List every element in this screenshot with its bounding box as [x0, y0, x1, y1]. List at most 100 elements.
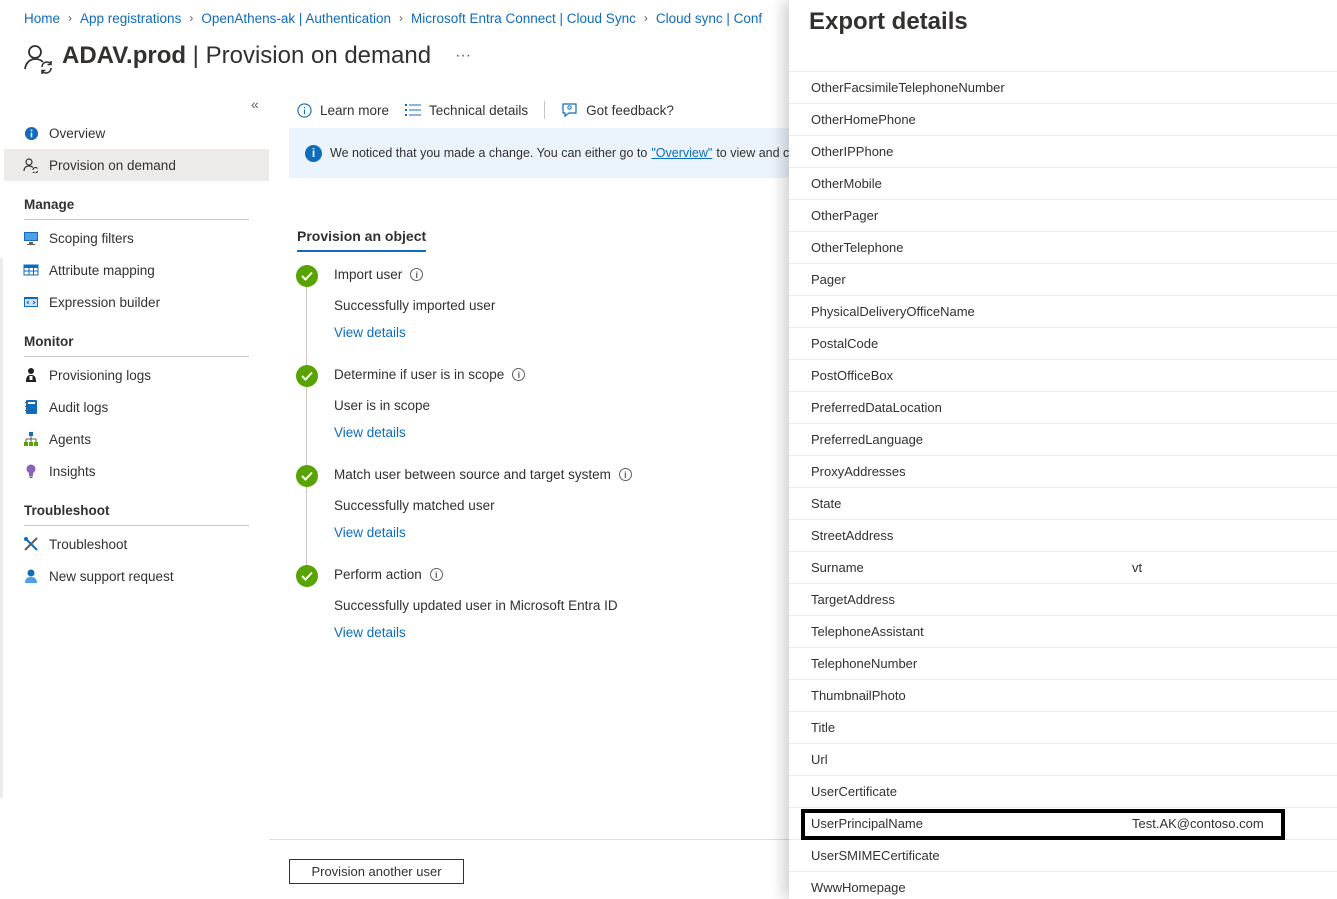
breadcrumb-cloud-sync[interactable]: Cloud sync | Conf	[656, 11, 762, 26]
sidebar-item-audit-logs[interactable]: Audit logs	[4, 391, 269, 423]
lightbulb-icon	[23, 463, 39, 479]
sidebar-edge	[0, 258, 3, 798]
step-title-text: Perform action	[334, 567, 422, 582]
attribute-name: ProxyAddresses	[811, 464, 906, 479]
sidebar-item-label: Expression builder	[49, 294, 161, 310]
page-header: ADAV.prod | Provision on demand ···	[22, 36, 471, 76]
view-details-link[interactable]: View details	[334, 525, 406, 540]
check-icon	[296, 365, 318, 387]
sidebar-item-label: Attribute mapping	[49, 262, 155, 278]
breadcrumb-home[interactable]: Home	[24, 11, 60, 26]
view-details-link[interactable]: View details	[334, 325, 406, 340]
sidebar-item-insights[interactable]: Insights	[4, 455, 269, 487]
attribute-name: UserSMIMECertificate	[811, 848, 940, 863]
check-icon	[296, 565, 318, 587]
step-title-text: Match user between source and target sys…	[334, 467, 611, 482]
attribute-name: ThumbnailPhoto	[811, 688, 906, 703]
attribute-name: State	[811, 496, 842, 511]
attribute-row: OtherIPPhone	[789, 136, 1337, 168]
info-tooltip-icon[interactable]: i	[512, 368, 526, 381]
sidebar-item-scoping-filters[interactable]: Scoping filters	[4, 222, 269, 254]
attribute-row: TargetAddress	[789, 584, 1337, 616]
attribute-name: OtherMobile	[811, 176, 882, 191]
sidebar-item-provisioning-logs[interactable]: Provisioning logs	[4, 359, 269, 391]
attribute-name: UserCertificate	[811, 784, 897, 799]
attribute-row: ProxyAddresses	[789, 456, 1337, 488]
footer-divider	[269, 839, 789, 840]
view-details-link[interactable]: View details	[334, 425, 406, 440]
attribute-name: Title	[811, 720, 836, 735]
attribute-name: TelephoneNumber	[811, 656, 918, 671]
attribute-row: WwwHomepage	[789, 872, 1337, 899]
overview-link[interactable]: "Overview"	[651, 146, 712, 160]
feedback-label: Got feedback?	[586, 102, 674, 118]
provision-another-user-button[interactable]: Provision another user	[289, 859, 464, 884]
attribute-name: OtherPager	[811, 208, 879, 223]
attribute-row: OtherHomePhone	[789, 104, 1337, 136]
info-outline-icon	[297, 102, 312, 118]
attribute-name: Url	[811, 752, 828, 767]
attribute-row: PreferredLanguage	[789, 424, 1337, 456]
more-options-button[interactable]: ···	[455, 47, 471, 65]
attribute-name: OtherFacsimileTelephoneNumber	[811, 80, 1005, 95]
attribute-list[interactable]: OtherFacsimileTelephoneNumber OtherHomePh…	[789, 72, 1337, 899]
sidebar-item-attribute-mapping[interactable]: Attribute mapping	[4, 254, 269, 286]
sidebar-item-label: Troubleshoot	[49, 536, 128, 552]
breadcrumb-entra-connect[interactable]: Microsoft Entra Connect | Cloud Sync	[411, 11, 636, 26]
info-tooltip-icon[interactable]: i	[429, 568, 443, 581]
attribute-row: PreferredDataLocation	[789, 392, 1337, 424]
chevron-right-icon: ›	[398, 11, 403, 25]
step-title-text: Determine if user is in scope	[334, 367, 505, 382]
wrench-icon	[23, 536, 39, 552]
breadcrumb-openathens[interactable]: OpenAthens-ak | Authentication	[201, 11, 391, 26]
view-details-link[interactable]: View details	[334, 625, 406, 640]
sidebar-item-label: Provisioning logs	[49, 367, 152, 383]
technical-details-button[interactable]: Technical details	[405, 103, 528, 118]
export-details-panel: Export details OtherFacsimileTelephoneNu…	[789, 0, 1337, 899]
sidebar-item-agents[interactable]: Agents	[4, 423, 269, 455]
check-icon	[296, 265, 318, 287]
sidebar: « Overview Provision on demand Manage Sc…	[0, 92, 269, 899]
attribute-row: State	[789, 488, 1337, 520]
attribute-value: Test.AK@contoso.com	[1132, 816, 1264, 831]
sidebar-item-expression-builder[interactable]: Expression builder	[4, 286, 269, 318]
table-icon	[23, 262, 39, 278]
person-log-icon	[23, 367, 39, 383]
sidebar-item-overview[interactable]: Overview	[4, 117, 269, 149]
provision-user-icon	[23, 157, 39, 173]
section-heading-manage: Manage	[24, 197, 249, 220]
sidebar-item-troubleshoot[interactable]: Troubleshoot	[4, 528, 269, 560]
toolbar-divider	[544, 101, 546, 119]
tab-provision-an-object[interactable]: Provision an object	[297, 228, 427, 252]
attribute-row: OtherPager	[789, 200, 1337, 232]
attribute-name: TelephoneAssistant	[811, 624, 924, 639]
breadcrumb: Home › App registrations › OpenAthens-ak…	[24, 9, 762, 27]
timeline-connector	[306, 286, 307, 576]
attribute-value: vt	[1132, 560, 1143, 575]
learn-more-button[interactable]: Learn more	[297, 103, 389, 118]
attribute-name: UserPrincipalName	[811, 816, 923, 831]
feedback-button[interactable]: Got feedback?	[561, 102, 674, 118]
breadcrumb-app-registrations[interactable]: App registrations	[80, 11, 181, 26]
attribute-name: PhysicalDeliveryOfficeName	[811, 304, 975, 319]
feedback-icon	[562, 103, 577, 118]
attribute-name: OtherTelephone	[811, 240, 904, 255]
learn-more-label: Learn more	[320, 102, 390, 118]
sidebar-item-label: New support request	[49, 568, 174, 584]
collapse-sidebar-button[interactable]: «	[251, 96, 259, 112]
section-heading-troubleshoot: Troubleshoot	[24, 503, 249, 526]
chevron-right-icon: ›	[643, 11, 648, 25]
sidebar-item-label: Audit logs	[49, 399, 109, 415]
info-tooltip-icon[interactable]: i	[410, 268, 424, 281]
sidebar-item-label: Scoping filters	[49, 230, 134, 246]
step-title: Determine if user is in scope i	[334, 367, 526, 382]
info-icon: i	[305, 144, 322, 162]
info-banner: i We noticed that you made a change. You…	[289, 128, 789, 178]
sidebar-item-provision-on-demand[interactable]: Provision on demand	[4, 149, 269, 181]
sidebar-item-new-support-request[interactable]: New support request	[4, 560, 269, 592]
info-tooltip-icon[interactable]: i	[618, 468, 632, 481]
step-description: Successfully imported user	[334, 298, 496, 313]
attribute-row: StreetAddress	[789, 520, 1337, 552]
attribute-name: PostalCode	[811, 336, 879, 351]
command-bar: Learn more Technical details Got feedbac…	[297, 100, 690, 120]
